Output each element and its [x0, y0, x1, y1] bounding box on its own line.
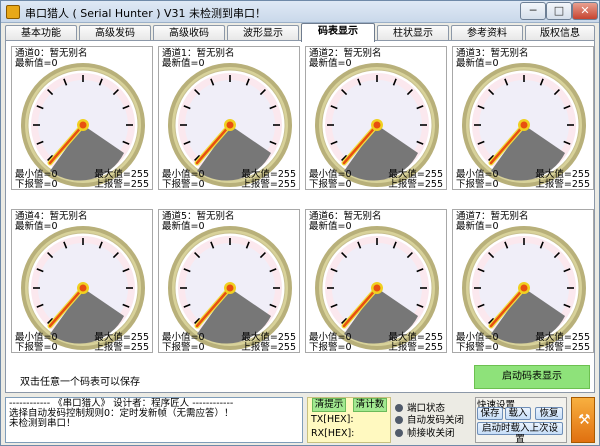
meter-low-alarm: 下报警=0 — [456, 342, 499, 353]
meter-card[interactable]: 通道7：暂无别名 最新值=0 最小值=0 下报警=0 最大值=255 上报警=255 — [452, 209, 594, 353]
window-title: 串口猎人 ( Serial Hunter ) V31 未检测到串口！ — [25, 7, 267, 20]
close-button[interactable]: ✕ — [572, 2, 598, 20]
log-line: 未检测到串口！ — [9, 418, 76, 429]
meter-high-alarm: 上报警=255 — [388, 342, 443, 353]
tab-copyright[interactable]: 版权信息 — [525, 25, 595, 41]
meter-high-alarm: 上报警=255 — [241, 179, 296, 190]
meter-latest-value: 最新值=0 — [456, 58, 499, 69]
frame-recv-status: 帧接收关闭 — [395, 425, 455, 439]
meter-latest-value: 最新值=0 — [15, 58, 58, 69]
meter-card[interactable]: 通道3：暂无别名 最新值=0 最小值=0 下报警=0 最大值=255 上报警=255 — [452, 46, 594, 190]
meter-card[interactable]: 通道2：暂无别名 最新值=0 最小值=0 下报警=0 最大值=255 上报警=255 — [305, 46, 447, 190]
meter-high-alarm: 上报警=255 — [388, 179, 443, 190]
autoload-last-settings-button[interactable]: 启动时载入上次设置 — [477, 422, 563, 445]
meter-low-alarm: 下报警=0 — [15, 179, 58, 190]
status-dot-icon — [395, 416, 403, 424]
status-dot-icon — [395, 404, 403, 412]
meter-panel: 通道0：暂无别名 最新值=0 最小值=0 下报警=0 最大值=255 上报警=255 通道… — [5, 40, 595, 393]
tx-hex-label: TX[HEX]: — [311, 414, 354, 425]
app-window: 串口猎人 ( Serial Hunter ) V31 未检测到串口！ ─ □ ✕… — [0, 0, 600, 446]
meter-card[interactable]: 通道4：暂无别名 最新值=0 最小值=0 下报警=0 最大值=255 上报警=255 — [11, 209, 153, 353]
status-dot-icon — [395, 429, 403, 437]
meter-latest-value: 最新值=0 — [15, 221, 58, 232]
quick-restore-button[interactable]: 恢复 — [535, 407, 563, 420]
clear-count-button[interactable]: 清计数 — [353, 398, 387, 412]
tab-bar: 基本功能 高级发码 高级收码 波形显示 码表显示 柱状显示 参考资料 版权信息 — [1, 23, 599, 42]
clear-hint-button[interactable]: 清提示 — [312, 398, 346, 412]
auto-send-status: 自动发码关闭 — [395, 412, 464, 426]
meter-latest-value: 最新值=0 — [162, 58, 205, 69]
tab-basic[interactable]: 基本功能 — [5, 25, 77, 41]
meter-low-alarm: 下报警=0 — [456, 179, 499, 190]
meter-low-alarm: 下报警=0 — [162, 342, 205, 353]
tools-button[interactable]: ⚒ — [571, 397, 595, 443]
meter-low-alarm: 下报警=0 — [15, 342, 58, 353]
meter-latest-value: 最新值=0 — [309, 221, 352, 232]
meter-card[interactable]: 通道5：暂无别名 最新值=0 最小值=0 下报警=0 最大值=255 上报警=255 — [158, 209, 300, 353]
tab-meter[interactable]: 码表显示 — [301, 23, 375, 42]
meter-low-alarm: 下报警=0 — [309, 342, 352, 353]
meter-card[interactable]: 通道6：暂无别名 最新值=0 最小值=0 下报警=0 最大值=255 上报警=255 — [305, 209, 447, 353]
tab-advanced-receive[interactable]: 高级收码 — [153, 25, 225, 41]
meter-high-alarm: 上报警=255 — [241, 342, 296, 353]
quick-save-button[interactable]: 保存 — [477, 407, 503, 420]
meter-latest-value: 最新值=0 — [309, 58, 352, 69]
maximize-button[interactable]: □ — [546, 2, 572, 20]
tab-bar-chart[interactable]: 柱状显示 — [377, 25, 449, 41]
meter-card[interactable]: 通道0：暂无别名 最新值=0 最小值=0 下报警=0 最大值=255 上报警=255 — [11, 46, 153, 190]
meter-latest-value: 最新值=0 — [456, 221, 499, 232]
meter-high-alarm: 上报警=255 — [535, 342, 590, 353]
quick-load-button[interactable]: 载入 — [505, 407, 531, 420]
save-hint-text: 双击任意一个码表可以保存 — [20, 377, 140, 388]
meter-low-alarm: 下报警=0 — [162, 179, 205, 190]
meter-high-alarm: 上报警=255 — [94, 179, 149, 190]
meter-low-alarm: 下报警=0 — [309, 179, 352, 190]
meter-high-alarm: 上报警=255 — [94, 342, 149, 353]
minimize-button[interactable]: ─ — [520, 2, 546, 20]
log-box[interactable]: ------------ 《串口猎人》 设计者：程序匠人 -----------… — [5, 397, 303, 443]
title-bar: 串口猎人 ( Serial Hunter ) V31 未检测到串口！ ─ □ ✕ — [1, 1, 599, 23]
rx-hex-label: RX[HEX]: — [311, 428, 355, 439]
meter-high-alarm: 上报警=255 — [535, 179, 590, 190]
wrench-icon: ⚒ — [578, 412, 591, 428]
tab-waveform[interactable]: 波形显示 — [227, 25, 299, 41]
meter-card[interactable]: 通道1：暂无别名 最新值=0 最小值=0 下报警=0 最大值=255 上报警=255 — [158, 46, 300, 190]
tab-advanced-send[interactable]: 高级发码 — [79, 25, 151, 41]
tab-reference[interactable]: 参考资料 — [451, 25, 523, 41]
app-logo-icon — [6, 5, 20, 19]
frame-recv-status-label: 帧接收关闭 — [407, 428, 455, 439]
start-meter-button[interactable]: 启动码表显示 — [474, 365, 590, 389]
meter-latest-value: 最新值=0 — [162, 221, 205, 232]
